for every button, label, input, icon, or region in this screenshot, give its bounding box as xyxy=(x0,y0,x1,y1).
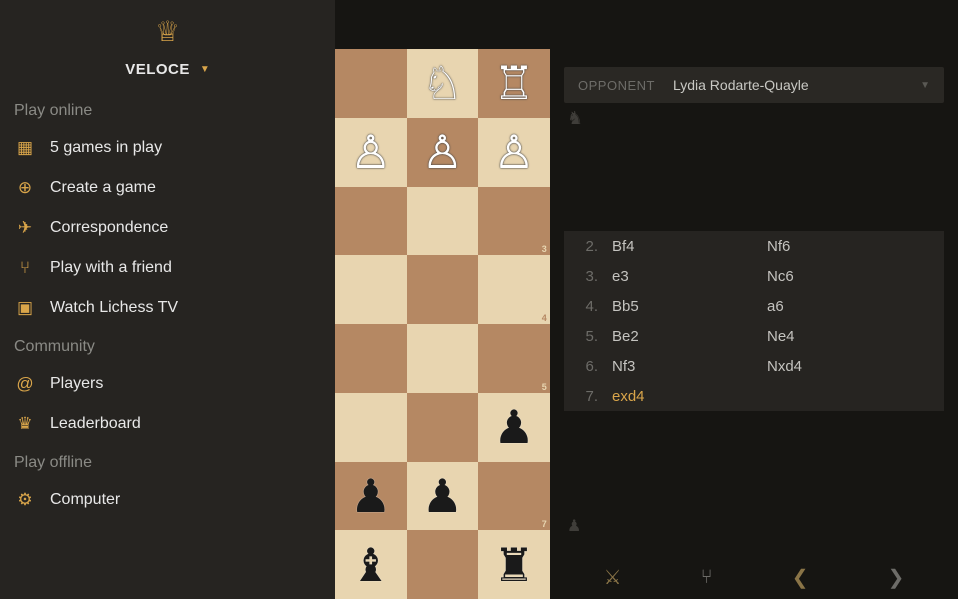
move-white[interactable]: Nf3 xyxy=(612,358,767,375)
menu-label: Players xyxy=(50,375,103,393)
menu-play-friend[interactable]: ⑂ Play with a friend xyxy=(0,248,335,288)
move-row: 7.exd4 xyxy=(564,381,944,411)
black-bishop-icon[interactable]: ♝ xyxy=(350,538,391,592)
knight-icon: ♞ xyxy=(567,108,583,128)
black-pawn-icon[interactable]: ♟ xyxy=(493,400,534,454)
move-black[interactable]: a6 xyxy=(767,298,784,315)
white-pawn-icon[interactable]: ♙ xyxy=(350,125,391,179)
menu-correspondence[interactable]: ✈ Correspondence xyxy=(0,208,335,248)
move-row: 5.Be2Ne4 xyxy=(564,321,944,351)
next-icon[interactable]: ❯ xyxy=(888,565,905,590)
tv-icon: ▣ xyxy=(14,298,36,318)
move-black[interactable]: Nf6 xyxy=(767,238,790,255)
move-black[interactable]: Nc6 xyxy=(767,268,794,285)
move-white[interactable]: Bb5 xyxy=(612,298,767,315)
gear-icon: ⚙ xyxy=(14,490,36,510)
trophy-icon: ♛ xyxy=(14,414,36,434)
white-pawn-icon[interactable]: ♙ xyxy=(422,125,463,179)
menu-players[interactable]: @ Players xyxy=(0,364,335,404)
menu-games-in-play[interactable]: ▦ 5 games in play xyxy=(0,128,335,168)
menu-computer[interactable]: ⚙ Computer xyxy=(0,480,335,520)
logo: ♕ xyxy=(0,10,335,56)
white-pawn-icon[interactable]: ♙ xyxy=(493,125,534,179)
pawn-icon: ♟ xyxy=(567,518,581,535)
move-white[interactable]: e3 xyxy=(612,268,767,285)
menu-label: Computer xyxy=(50,491,120,509)
sidebar: ♕ VELOCE ▼ Play online ▦ 5 games in play… xyxy=(0,0,335,599)
menu-label: Correspondence xyxy=(50,219,168,237)
white-rook-icon[interactable]: ♖ xyxy=(493,56,534,110)
move-row: 3.e3Nc6 xyxy=(564,261,944,291)
move-row: 6.Nf3Nxd4 xyxy=(564,351,944,381)
user-name: VELOCE xyxy=(125,61,190,78)
share-icon: ⑂ xyxy=(14,258,36,278)
prev-icon[interactable]: ❮ xyxy=(792,565,809,590)
move-white-current[interactable]: exd4 xyxy=(612,388,767,405)
opponent-label: OPPONENT xyxy=(578,78,655,93)
section-play-online: Play online xyxy=(0,92,335,128)
move-row: 2.Bf4Nf6 xyxy=(564,231,944,261)
menu-label: 5 games in play xyxy=(50,139,162,157)
menu-label: Leaderboard xyxy=(50,415,141,433)
move-white[interactable]: Bf4 xyxy=(612,238,767,255)
grid-icon: ▦ xyxy=(14,138,36,158)
menu-watch-tv[interactable]: ▣ Watch Lichess TV xyxy=(0,288,335,328)
black-pawn-icon[interactable]: ♟ xyxy=(422,469,463,523)
swords-icon[interactable]: ⚔ xyxy=(604,565,622,590)
crown-icon: ♕ xyxy=(155,16,180,47)
captured-top: ♞ xyxy=(567,108,583,129)
opponent-selector[interactable]: OPPONENT Lydia Rodarte-Quayle ▼ xyxy=(564,67,944,103)
move-black[interactable]: Nxd4 xyxy=(767,358,802,375)
menu-leaderboard[interactable]: ♛ Leaderboard xyxy=(0,404,335,444)
chevron-down-icon: ▼ xyxy=(920,80,930,91)
opponent-name: Lydia Rodarte-Quayle xyxy=(673,77,809,93)
menu-label: Watch Lichess TV xyxy=(50,299,178,317)
menu-create-game[interactable]: ⊕ Create a game xyxy=(0,168,335,208)
chevron-down-icon: ▼ xyxy=(200,64,210,75)
captured-bottom: ♟ xyxy=(567,516,581,536)
menu-label: Create a game xyxy=(50,179,156,197)
move-list: 2.Bf4Nf6 3.e3Nc6 4.Bb5a6 5.Be2Ne4 6.Nf3N… xyxy=(564,231,944,411)
white-knight-icon[interactable]: ♘ xyxy=(422,56,463,110)
user-selector[interactable]: VELOCE ▼ xyxy=(0,56,335,92)
share-icon[interactable]: ⑂ xyxy=(701,566,713,589)
section-community: Community xyxy=(0,328,335,364)
move-white[interactable]: Be2 xyxy=(612,328,767,345)
at-icon: @ xyxy=(14,374,36,394)
black-pawn-icon[interactable]: ♟ xyxy=(350,469,391,523)
menu-label: Play with a friend xyxy=(50,259,172,277)
bottom-toolbar: ⚔ ⑂ ❮ ❯ xyxy=(564,555,944,599)
move-black[interactable]: Ne4 xyxy=(767,328,795,345)
plus-icon: ⊕ xyxy=(14,178,36,198)
chess-board[interactable]: ♘ ♖ ♙ ♙ ♙ 3 4 5 ♟ ♟ ♟ 7 ♝ ♜ xyxy=(335,49,550,599)
move-row: 4.Bb5a6 xyxy=(564,291,944,321)
black-rook-icon[interactable]: ♜ xyxy=(493,538,534,592)
section-play-offline: Play offline xyxy=(0,444,335,480)
right-pane: OPPONENT Lydia Rodarte-Quayle ▼ ♞ ♟ 2.Bf… xyxy=(564,0,958,599)
plane-icon: ✈ xyxy=(14,218,36,238)
